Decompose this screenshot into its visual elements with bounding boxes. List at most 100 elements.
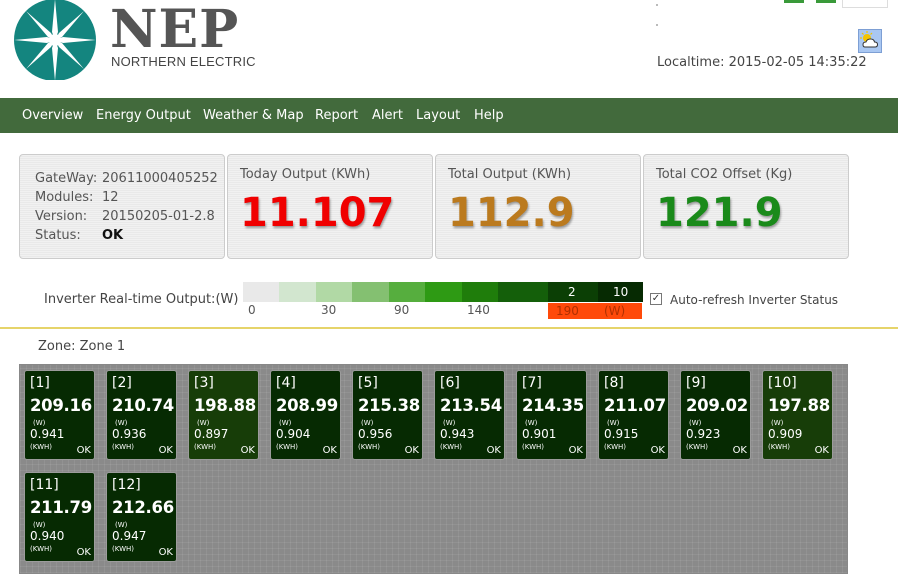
inverter-index: [11]: [30, 477, 59, 493]
inverter-kwh-unit: (KWH): [686, 443, 708, 451]
inverter-tile[interactable]: [10] 197.88 (W) 0.909 (KWH) OK: [762, 370, 833, 460]
weather-button[interactable]: [858, 29, 882, 53]
inverter-status: OK: [486, 445, 501, 456]
zone-label: Zone: Zone 1: [38, 339, 126, 354]
brand-name: NEP: [110, 0, 240, 60]
inverter-status: OK: [322, 445, 337, 456]
legend-segment: [425, 282, 462, 302]
inverter-tile[interactable]: [12] 212.66 (W) 0.947 (KWH) OK: [106, 472, 177, 562]
total-output-title: Total Output (KWh): [448, 167, 572, 182]
today-output-title: Today Output (KWh): [240, 167, 371, 182]
modules-value: 12: [102, 190, 119, 205]
inverter-watts: 213.54: [440, 396, 502, 415]
inverter-kwh: 0.947: [112, 529, 147, 543]
total-output-value: 112.9: [448, 190, 575, 236]
inverter-kwh-unit: (KWH): [194, 443, 216, 451]
inverter-panel: [1] 209.16 (W) 0.941 (KWH) OK [2] 210.74 (W) 0.93…: [19, 364, 848, 574]
inverter-tile[interactable]: [7] 214.35 (W) 0.901 (KWH) OK: [516, 370, 587, 460]
legend-range-low: 190: [556, 304, 579, 318]
legend-label: Inverter Real-time Output:(W): [44, 292, 239, 307]
inverter-watts-unit: (W): [115, 521, 128, 529]
legend-range-unit: (W): [604, 304, 626, 318]
inverter-tile[interactable]: [11] 211.79 (W) 0.940 (KWH) OK: [24, 472, 95, 562]
inverter-tile[interactable]: [6] 213.54 (W) 0.943 (KWH) OK: [434, 370, 505, 460]
inverter-kwh: 0.940: [30, 529, 65, 543]
legend-segment: [316, 282, 352, 302]
inverter-kwh: 0.923: [686, 427, 721, 441]
inverter-tile[interactable]: [5] 215.38 (W) 0.956 (KWH) OK: [352, 370, 423, 460]
nav-overview[interactable]: Overview: [22, 108, 83, 123]
status-label: Status:: [35, 228, 81, 243]
inverter-index: [4]: [276, 375, 296, 391]
top-indicator[interactable]: [816, 0, 836, 3]
divider-dot: [656, 4, 658, 6]
inverter-watts-unit: (W): [279, 419, 292, 427]
brand-subtitle: NORTHERN ELECTRIC: [111, 54, 256, 69]
inverter-watts-unit: (W): [197, 419, 210, 427]
legend-tick: 90: [394, 303, 410, 317]
inverter-index: [10]: [768, 375, 797, 391]
nav-energy-output[interactable]: Energy Output: [96, 108, 191, 123]
inverter-tile[interactable]: [8] 211.07 (W) 0.915 (KWH) OK: [598, 370, 669, 460]
inverter-watts-unit: (W): [443, 419, 456, 427]
nav-weather-map[interactable]: Weather & Map: [203, 108, 304, 123]
top-indicator[interactable]: [784, 0, 804, 3]
inverter-kwh-unit: (KWH): [276, 443, 298, 451]
co2-offset-card: Total CO2 Offset (Kg) 121.9: [643, 154, 849, 259]
inverter-kwh: 0.956: [358, 427, 393, 441]
inverter-tile[interactable]: [1] 209.16 (W) 0.941 (KWH) OK: [24, 370, 95, 460]
inverter-status: OK: [404, 445, 419, 456]
inverter-index: [5]: [358, 375, 378, 391]
inverter-watts-unit: (W): [33, 419, 46, 427]
inverter-index: [7]: [522, 375, 542, 391]
divider-dot: [656, 24, 658, 26]
inverter-watts: 212.66: [112, 498, 174, 517]
inverter-index: [6]: [440, 375, 460, 391]
inverter-kwh-unit: (KWH): [440, 443, 462, 451]
inverter-status: OK: [568, 445, 583, 456]
nav-report[interactable]: Report: [315, 108, 358, 123]
inverter-kwh: 0.915: [604, 427, 639, 441]
inverter-tile[interactable]: [3] 198.88 (W) 0.897 (KWH) OK: [188, 370, 259, 460]
inverter-watts-unit: (W): [33, 521, 46, 529]
today-output-value: 11.107: [240, 190, 395, 236]
legend-segment: [352, 282, 389, 302]
nep-logo-icon: [14, 0, 96, 80]
inverter-watts: 210.74: [112, 396, 174, 415]
legend-tick: 30: [321, 303, 337, 317]
inverter-kwh-unit: (KWH): [112, 443, 134, 451]
auto-refresh-label[interactable]: Auto-refresh Inverter Status: [670, 293, 838, 307]
top-box[interactable]: [842, 0, 888, 8]
total-output-card: Total Output (KWh) 112.9: [435, 154, 641, 259]
main-nav: Overview Energy Output Weather & Map Rep…: [0, 98, 898, 133]
nav-help[interactable]: Help: [474, 108, 504, 123]
co2-offset-value: 121.9: [656, 190, 783, 236]
status-value: OK: [102, 228, 124, 243]
auto-refresh-checkbox[interactable]: ✓: [650, 293, 662, 305]
inverter-index: [3]: [194, 375, 214, 391]
inverter-kwh: 0.941: [30, 427, 65, 441]
inverter-tile[interactable]: [9] 209.02 (W) 0.923 (KWH) OK: [680, 370, 751, 460]
inverter-watts: 215.38: [358, 396, 420, 415]
gateway-label: GateWay:: [35, 171, 98, 186]
inverter-watts-unit: (W): [771, 419, 784, 427]
inverter-kwh-unit: (KWH): [30, 545, 52, 553]
inverter-status: OK: [76, 445, 91, 456]
inverter-kwh-unit: (KWH): [30, 443, 52, 451]
inverter-watts: 198.88: [194, 396, 256, 415]
inverter-tile[interactable]: [2] 210.74 (W) 0.936 (KWH) OK: [106, 370, 177, 460]
today-output-card: Today Output (KWh) 11.107: [227, 154, 433, 259]
inverter-watts: 209.02: [686, 396, 748, 415]
inverter-index: [1]: [30, 375, 50, 391]
inverter-watts: 214.35: [522, 396, 584, 415]
inverter-kwh: 0.901: [522, 427, 557, 441]
inverter-kwh-unit: (KWH): [522, 443, 544, 451]
legend-segment: [243, 282, 279, 302]
nav-layout[interactable]: Layout: [416, 108, 460, 123]
inverter-watts: 209.16: [30, 396, 92, 415]
localtime: Localtime: 2015-02-05 14:35:22: [657, 55, 867, 70]
inverter-status: OK: [76, 547, 91, 558]
inverter-tile[interactable]: [4] 208.99 (W) 0.904 (KWH) OK: [270, 370, 341, 460]
nav-alert[interactable]: Alert: [372, 108, 403, 123]
inverter-kwh: 0.943: [440, 427, 475, 441]
